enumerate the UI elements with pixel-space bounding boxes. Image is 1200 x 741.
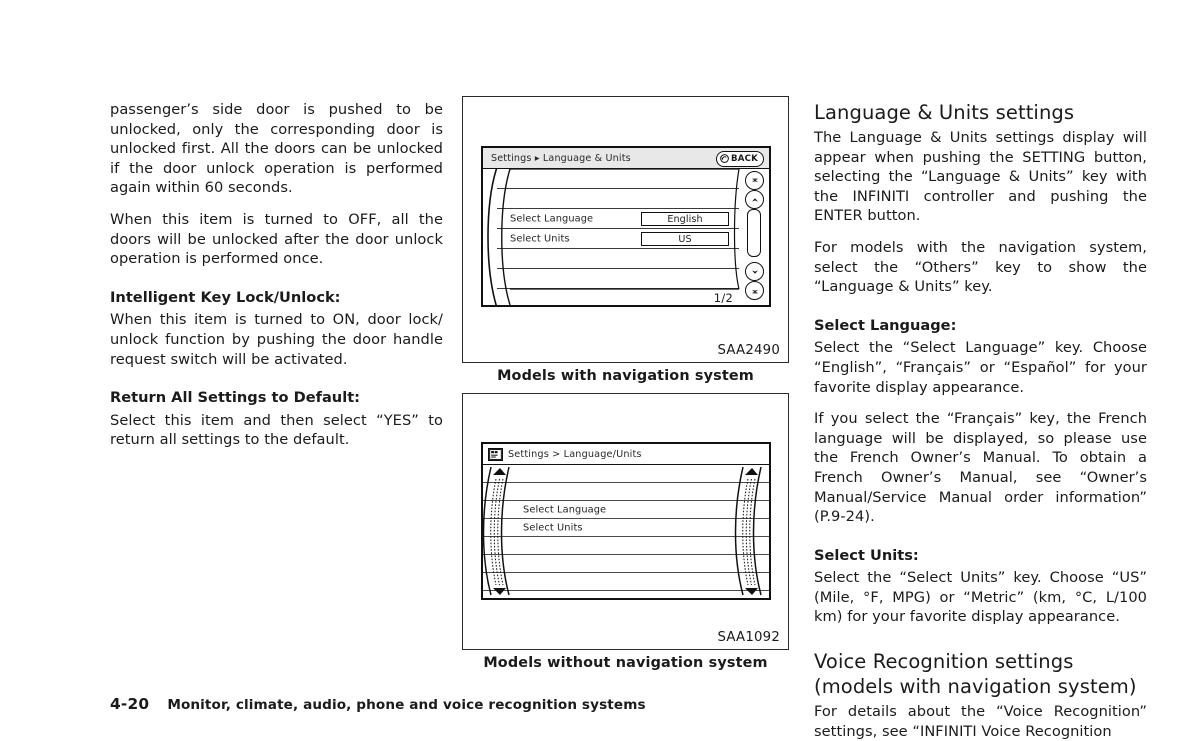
row-label: Select Units	[510, 233, 570, 244]
display-menu-icon	[488, 447, 503, 461]
paragraph: Select this item and then select “YES” t…	[110, 411, 443, 449]
figure-id: SAA1092	[717, 630, 780, 645]
figure-id: SAA2490	[717, 343, 780, 358]
paragraph: For models with the navigation system, s…	[814, 238, 1147, 296]
navigation-settings-screen: Settings ▸ Language & Units BACK Select …	[481, 146, 771, 307]
chevron-down-icon	[751, 269, 758, 274]
row-label: Select Units	[523, 522, 583, 533]
figure-models-without-navigation: Settings > Language/Units Select Languag…	[462, 393, 789, 650]
figure-column: Settings ▸ Language & Units BACK Select …	[462, 96, 789, 671]
manual-page: passenger’s side door is pushed to be un…	[0, 0, 1200, 741]
footer-chapter-title: Monitor, climate, audio, phone and voice…	[167, 697, 646, 713]
scroll-down-button[interactable]	[745, 262, 764, 281]
heading-voice-recognition-settings: Voice Recognition settings (models with …	[814, 650, 1137, 699]
figure-caption: Models without navigation system	[483, 655, 768, 671]
heading-intelligent-key-lock-unlock: Intelligent Key Lock/Unlock:	[110, 288, 341, 306]
double-chevron-up-icon	[751, 178, 758, 182]
heading-return-all-settings: Return All Settings to Default:	[110, 389, 361, 407]
figure-models-with-navigation: Settings ▸ Language & Units BACK Select …	[462, 96, 789, 363]
paragraph: passenger’s side door is pushed to be un…	[110, 101, 443, 197]
screen-body: Select Language Select Units	[483, 465, 769, 598]
left-text-column: passenger’s side door is pushed to be un…	[110, 100, 443, 450]
list-row[interactable]	[483, 573, 769, 591]
plain-settings-screen: Settings > Language/Units Select Languag…	[481, 442, 771, 600]
heading-select-language: Select Language:	[814, 316, 957, 334]
row-label: Select Language	[510, 213, 594, 224]
paragraph: Select the “Select Units” key. Choose “U…	[814, 569, 1147, 626]
list-row[interactable]	[483, 483, 769, 501]
double-chevron-down-icon	[751, 289, 758, 293]
list-row[interactable]	[497, 169, 739, 189]
scroll-bottom-button[interactable]	[745, 281, 764, 300]
breadcrumb: Settings > Language/Units	[508, 448, 642, 460]
screen-title-bar: Settings > Language/Units	[483, 444, 769, 465]
paragraph: The Language & Units settings display wi…	[814, 129, 1147, 225]
paragraph: If you select the “Français” key, the Fr…	[814, 410, 1147, 526]
heading-language-units-settings: Language & Units settings	[814, 101, 1075, 124]
list-row[interactable]	[483, 555, 769, 573]
back-button-label: BACK	[731, 153, 758, 164]
page-footer: 4-20 Monitor, climate, audio, phone and …	[110, 695, 646, 713]
back-arrow-icon	[720, 154, 729, 163]
breadcrumb: Settings ▸ Language & Units	[491, 152, 631, 164]
footer-page-number: 4-20	[110, 695, 150, 713]
list-row[interactable]	[483, 465, 769, 483]
right-text-column: Language & Units settings The Language &…	[814, 100, 1147, 741]
chevron-up-icon	[751, 197, 758, 202]
scroll-controls	[741, 169, 767, 305]
scroll-up-button[interactable]	[745, 190, 764, 209]
paragraph: When this item is turned to OFF, all the…	[110, 210, 443, 268]
settings-list: Select Language Select Units	[483, 465, 769, 598]
screen-body: Select Language English Select Units US	[483, 169, 769, 305]
paragraph: For details about the “Voice Recognition…	[814, 703, 1147, 740]
list-row[interactable]	[497, 269, 739, 289]
scrollbar-thumb[interactable]	[747, 209, 761, 257]
settings-list: Select Language English Select Units US	[497, 169, 739, 305]
back-button[interactable]: BACK	[716, 150, 764, 167]
row-value-units[interactable]: US	[641, 232, 729, 246]
screen-title-bar: Settings ▸ Language & Units BACK	[483, 148, 769, 169]
row-value-language[interactable]: English	[641, 212, 729, 226]
list-row-select-language[interactable]: Select Language English	[497, 209, 739, 229]
list-row[interactable]	[483, 537, 769, 555]
row-label: Select Language	[523, 504, 607, 515]
list-row-select-language[interactable]: Select Language	[483, 501, 769, 519]
list-row[interactable]	[497, 249, 739, 269]
scroll-top-button[interactable]	[745, 171, 764, 190]
paragraph: Select the “Select Language” key. Choose…	[814, 339, 1147, 396]
list-row-select-units[interactable]: Select Units	[483, 519, 769, 537]
page-indicator: 1/2	[713, 291, 733, 305]
list-row-select-units[interactable]: Select Units US	[497, 229, 739, 249]
heading-select-units: Select Units:	[814, 546, 919, 564]
paragraph: When this item is turned to ON, door loc…	[110, 311, 443, 368]
list-row[interactable]	[497, 189, 739, 209]
figure-caption: Models with navigation system	[497, 368, 754, 384]
